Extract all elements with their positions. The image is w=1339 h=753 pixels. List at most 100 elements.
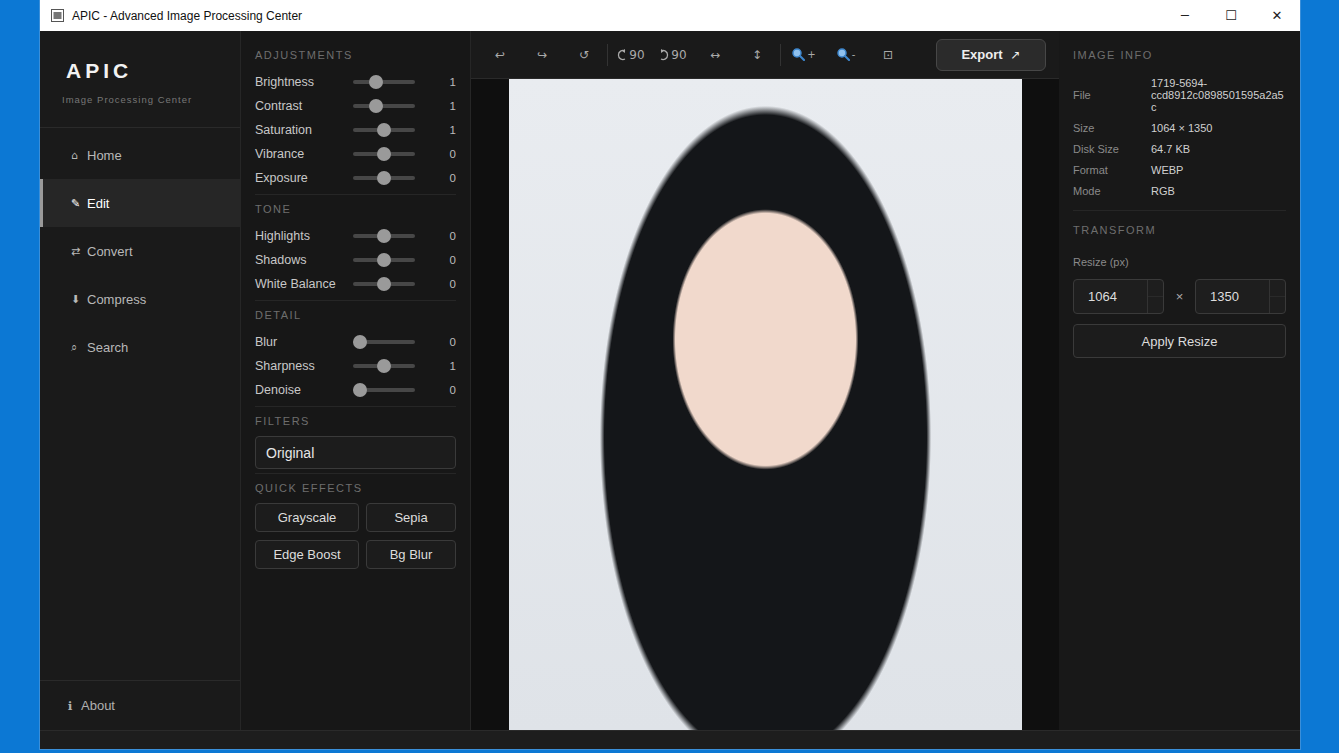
filter-select[interactable]: Original (255, 436, 456, 469)
toolbar-label: 90 (629, 48, 644, 62)
toolbar-group: 9090↔↕ (610, 39, 778, 71)
slider-track[interactable] (353, 388, 415, 392)
apply-resize-button[interactable]: Apply Resize (1073, 324, 1286, 358)
info-value: WEBP (1151, 164, 1286, 176)
sidebar-item[interactable]: ⬇Compress (40, 275, 240, 323)
section-title: IMAGE INFO (1073, 31, 1286, 72)
nav-icon: ⌕ (71, 341, 87, 354)
slider-thumb[interactable] (377, 253, 391, 267)
slider-track[interactable] (353, 152, 415, 156)
about-item[interactable]: ℹAbout (40, 680, 240, 730)
toolbar-label: ↕ (752, 48, 762, 62)
export-label: Export (961, 47, 1002, 62)
slider-label: Saturation (255, 123, 353, 137)
slider-track[interactable] (353, 80, 415, 84)
effect-button[interactable]: Grayscale (255, 503, 359, 532)
slider-row: Vibrance0 (255, 142, 456, 166)
slider-row: Contrast1 (255, 94, 456, 118)
sidebar-item[interactable]: ⇄Convert (40, 227, 240, 275)
slider-label: White Balance (255, 277, 353, 291)
nav-label: Compress (87, 292, 146, 307)
close-button[interactable]: ✕ (1254, 0, 1300, 31)
toolbar-button[interactable]: 90 (610, 39, 652, 71)
slider-label: Exposure (255, 171, 353, 185)
toolbar-button[interactable]: ↔ (694, 39, 736, 71)
toolbar-button[interactable]: ↕ (736, 39, 778, 71)
spin-down[interactable] (1148, 297, 1163, 313)
slider-label: Blur (255, 335, 353, 349)
info-row: FormatWEBP (1073, 159, 1286, 180)
canvas (471, 79, 1059, 730)
toolbar-label: - (852, 49, 856, 60)
spin-up[interactable] (1148, 280, 1163, 297)
slider-track[interactable] (353, 104, 415, 108)
slider-value: 1 (415, 76, 456, 88)
slider-track[interactable] (353, 258, 415, 262)
height-input[interactable]: 1350 (1195, 279, 1286, 314)
slider-label: Brightness (255, 75, 353, 89)
slider-label: Denoise (255, 383, 353, 397)
maximize-button[interactable]: ☐ (1208, 0, 1254, 31)
resize-label: Resize (px) (1073, 256, 1286, 269)
sidebar-item[interactable]: ✎Edit (40, 179, 240, 227)
info-label: Mode (1073, 185, 1151, 197)
toolbar-label: + (807, 49, 815, 60)
export-button[interactable]: Export↗ (936, 39, 1046, 71)
slider-track[interactable] (353, 234, 415, 238)
slider-value: 0 (415, 336, 456, 348)
status-bar (40, 730, 1300, 749)
input-value: 1350 (1196, 280, 1269, 313)
slider-value: 0 (415, 278, 456, 290)
slider-thumb[interactable] (369, 99, 383, 113)
app-window: APIC - Advanced Image Processing Center─… (40, 0, 1300, 749)
spinner[interactable] (1147, 280, 1163, 313)
sidebar-item[interactable]: ⌕Search (40, 323, 240, 371)
times-sign: × (1164, 289, 1195, 304)
slider-value: 0 (415, 230, 456, 242)
slider-thumb[interactable] (353, 335, 367, 349)
slider-thumb[interactable] (377, 277, 391, 291)
slider-thumb[interactable] (369, 75, 383, 89)
slider-row: Shadows0 (255, 248, 456, 272)
slider-track[interactable] (353, 128, 415, 132)
toolbar-button[interactable]: + (783, 39, 825, 71)
slider-track[interactable] (353, 176, 415, 180)
info-icon: ℹ (68, 699, 81, 713)
toolbar-button[interactable]: 90 (652, 39, 694, 71)
nav-label: Search (87, 340, 128, 355)
toolbar-button[interactable]: ↩ (479, 39, 521, 71)
section-divider (1073, 210, 1286, 211)
input-value: 1064 (1074, 280, 1147, 313)
toolbar-button[interactable]: - (825, 39, 867, 71)
slider-row: Brightness 1 (255, 70, 456, 94)
toolbar-button[interactable]: ↪ (521, 39, 563, 71)
slider-thumb[interactable] (377, 229, 391, 243)
slider-thumb[interactable] (377, 171, 391, 185)
toolbar-button[interactable]: ↺ (563, 39, 605, 71)
adjustments-panel: ADJUSTMENTSBrightness1Contrast1Saturatio… (241, 31, 471, 730)
slider-row: White Balance 0 (255, 272, 456, 296)
slider-thumb[interactable] (377, 147, 391, 161)
slider-row: Saturation1 (255, 118, 456, 142)
slider-thumb[interactable] (353, 383, 367, 397)
slider-track[interactable] (353, 340, 415, 344)
info-label: Size (1073, 122, 1151, 134)
spinner[interactable] (1269, 280, 1285, 313)
slider-track[interactable] (353, 364, 415, 368)
toolbar-button[interactable]: ⊡ (867, 39, 909, 71)
nav-label: Edit (87, 196, 109, 211)
slider-track[interactable] (353, 282, 415, 286)
effect-button[interactable]: Edge Boost (255, 540, 359, 569)
width-input[interactable]: 1064 (1073, 279, 1164, 314)
spin-down[interactable] (1270, 297, 1285, 313)
effect-button[interactable]: Sepia (366, 503, 456, 532)
minimize-button[interactable]: ─ (1162, 0, 1208, 31)
effect-button[interactable]: Bg Blur (366, 540, 456, 569)
slider-thumb[interactable] (377, 359, 391, 373)
slider-row: Sharpness1 (255, 354, 456, 378)
slider-thumb[interactable] (377, 123, 391, 137)
rotate-right-icon (659, 49, 669, 61)
sidebar-item[interactable]: ⌂Home (40, 131, 240, 179)
spin-up[interactable] (1270, 280, 1285, 297)
toolbar-separator (780, 44, 781, 66)
